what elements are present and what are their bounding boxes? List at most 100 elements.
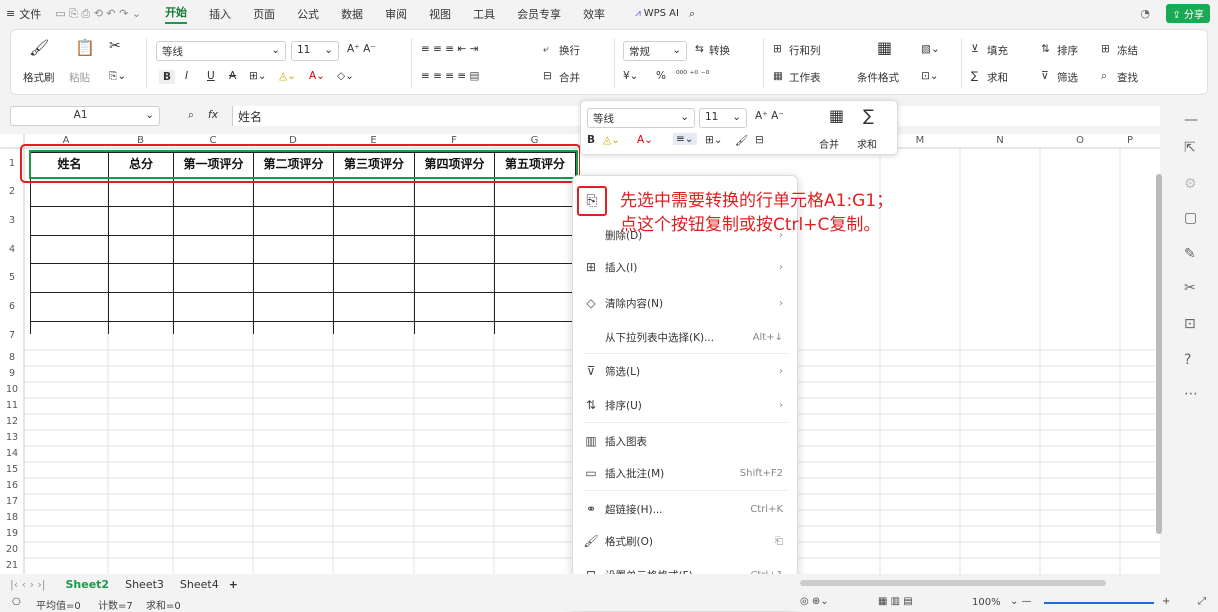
vertical-scrollbar[interactable] <box>1156 174 1162 534</box>
mini-grow-font-icon[interactable]: A⁺ A⁻ <box>755 110 784 122</box>
fx-icon[interactable]: fx <box>208 109 218 121</box>
wrap-label[interactable]: 换行 <box>559 43 580 58</box>
sort-icon[interactable]: ⇅ <box>1041 43 1050 55</box>
worksheet-icon[interactable]: ▦ <box>773 70 783 82</box>
mini-font-color-icon[interactable]: A⌄ <box>637 134 653 146</box>
more-icon[interactable]: ⋯ <box>1184 386 1198 402</box>
mini-align-icon[interactable]: ≡⌄ <box>673 133 697 145</box>
row-header[interactable]: 10 <box>0 384 24 395</box>
ctx-pick-list[interactable]: 从下拉列表中选择(K)... Alt+↓ <box>583 326 789 348</box>
cell-style-icon[interactable]: ▧⌄ <box>921 43 940 55</box>
layout-icon[interactable]: ⊡ <box>1184 316 1196 332</box>
menu-file[interactable]: 文件 <box>19 6 41 22</box>
copy-dropdown-icon[interactable]: ⎘⌄ <box>109 70 126 83</box>
menu-view[interactable]: 视图 <box>429 6 451 22</box>
clear-format-icon[interactable]: ◇⌄ <box>337 70 354 82</box>
mini-wrap-icon[interactable]: ⊟ <box>755 134 764 146</box>
ctx-clear[interactable]: ◇ 清除内容(N) › <box>583 292 789 314</box>
format-painter-label[interactable]: 格式刷 <box>23 70 55 85</box>
menu-member[interactable]: 会员专享 <box>517 6 561 22</box>
chart-icon[interactable]: ✎ <box>1184 246 1196 262</box>
horizontal-scrollbar[interactable] <box>800 580 1106 586</box>
number-format-select[interactable]: 常规 ⌄ <box>623 41 687 61</box>
row-header[interactable]: 13 <box>0 432 24 443</box>
cond-format-icon[interactable]: ▦ <box>877 38 892 57</box>
row-header[interactable]: 14 <box>0 448 24 459</box>
find-label[interactable]: 查找 <box>1117 70 1138 85</box>
collapse-icon[interactable]: — <box>1184 112 1198 128</box>
wps-ai-icon[interactable]: ⩘ <box>635 8 641 19</box>
ctx-hyperlink[interactable]: ⚭ 超链接(H)... Ctrl+K <box>583 498 789 520</box>
col-header-n[interactable]: N <box>960 134 1040 148</box>
ctx-sort[interactable]: ⇅ 排序(U) › <box>583 394 789 416</box>
row-header[interactable]: 11 <box>0 400 24 411</box>
mini-sum-label[interactable]: 求和 <box>857 136 877 151</box>
share-button[interactable]: ⇪ 分享 <box>1166 4 1210 23</box>
name-box[interactable]: A1 ⌄ <box>10 106 160 126</box>
copy-icon[interactable]: ⎘ <box>577 186 607 216</box>
style-icon[interactable]: ⚙ <box>1184 176 1197 192</box>
cell-icon[interactable]: ⊡⌄ <box>921 70 939 82</box>
align-top-icons[interactable]: ≡ ≡ ≡ ⇤ ⇥ <box>421 43 478 55</box>
strike-button[interactable]: A <box>229 70 236 82</box>
ctx-insert-chart[interactable]: ▥ 插入图表 <box>583 430 789 452</box>
italic-button[interactable]: I <box>185 70 188 82</box>
fill-icon[interactable]: ⊻ <box>971 43 979 55</box>
sort-label[interactable]: 排序 <box>1057 43 1078 58</box>
zoom-formula-icon[interactable]: ⌕ <box>188 109 194 122</box>
menu-data[interactable]: 数据 <box>341 6 363 22</box>
row-header[interactable]: 12 <box>0 416 24 427</box>
menu-review[interactable]: 审阅 <box>385 6 407 22</box>
sheet-tab[interactable]: Sheet4 <box>180 578 219 591</box>
row-header[interactable]: 18 <box>0 512 24 523</box>
merge-icon[interactable]: ⊟ <box>543 70 552 82</box>
col-header-p[interactable]: P <box>1100 134 1160 148</box>
zoom-in-icon[interactable]: + <box>1162 596 1170 607</box>
convert-label[interactable]: 转换 <box>709 43 730 58</box>
font-color-icon[interactable]: A⌄ <box>309 70 325 82</box>
macro-icon[interactable]: ⎔ <box>12 597 21 608</box>
ctx-filter[interactable]: ⊽ 筛选(L) › <box>583 360 789 382</box>
select-icon[interactable]: ⇱ <box>1184 140 1196 156</box>
menu-home[interactable]: 开始 <box>165 4 188 24</box>
mini-merge-label[interactable]: 合并 <box>819 136 839 151</box>
ctx-insert-comment[interactable]: ▭ 插入批注(M) Shift+F2 <box>583 462 789 484</box>
fullscreen-icon[interactable]: ⤢ <box>1198 596 1206 607</box>
currency-icon[interactable]: ¥⌄ <box>623 70 638 82</box>
worksheet-label[interactable]: 工作表 <box>789 70 821 85</box>
convert-icon[interactable]: ⇆ <box>695 43 704 55</box>
fill-color-icon[interactable]: ◬⌄ <box>279 70 296 82</box>
ctx-format-painter[interactable]: 🖌 格式刷(O) ⎗ <box>583 530 789 552</box>
ctx-insert[interactable]: ⊞ 插入(I) › <box>583 256 789 278</box>
cut-icon[interactable]: ✂ <box>109 38 121 54</box>
sum-icon[interactable]: ∑ <box>971 70 978 82</box>
add-sheet-button[interactable]: + <box>229 578 238 591</box>
filter-label[interactable]: 筛选 <box>1057 70 1078 85</box>
sheet-nav-icons[interactable]: |‹ ‹ › ›| <box>10 578 46 591</box>
comment-icon[interactable]: ◔ <box>1140 7 1150 20</box>
filter-icon[interactable]: ⊽ <box>1041 70 1049 82</box>
sum-label[interactable]: 求和 <box>987 70 1008 85</box>
row-header[interactable]: 17 <box>0 496 24 507</box>
row-header[interactable]: 20 <box>0 544 24 555</box>
menu-formula[interactable]: 公式 <box>297 6 319 22</box>
sheet-tab-active[interactable]: Sheet2 <box>66 578 110 591</box>
mini-bold-icon[interactable]: B <box>587 134 595 146</box>
mini-format-painter-icon[interactable]: 🖌 <box>735 134 748 147</box>
border-icon[interactable]: ⊞⌄ <box>249 70 267 82</box>
row-header[interactable]: 15 <box>0 464 24 475</box>
cond-format-label[interactable]: 条件格式 <box>857 70 899 85</box>
mini-sum-icon[interactable]: ∑ <box>863 106 874 125</box>
bold-button[interactable]: B <box>159 70 176 84</box>
freeze-label[interactable]: 冻结 <box>1117 43 1138 58</box>
mini-fill-icon[interactable]: ◬⌄ <box>603 134 620 146</box>
font-size-select[interactable]: 11 ⌄ <box>291 41 339 61</box>
quick-access-icons[interactable]: ▭ ⎘ ⎙ ⟲ ↶ ↷ ⌄ <box>55 7 141 21</box>
row-header[interactable]: 8 <box>0 352 24 363</box>
shape-icon[interactable]: ▢ <box>1184 210 1197 226</box>
zoom-value[interactable]: 100% <box>972 597 1001 608</box>
decimal-icons[interactable]: ⁰⁰⁰ ⁺⁰ ⁻⁰ <box>676 70 709 80</box>
zoom-dropdown-icon[interactable]: ⌄ — <box>1010 596 1032 607</box>
mini-merge-icon[interactable]: ▦ <box>829 106 844 125</box>
format-painter-icon[interactable]: 🖌 <box>29 38 49 57</box>
